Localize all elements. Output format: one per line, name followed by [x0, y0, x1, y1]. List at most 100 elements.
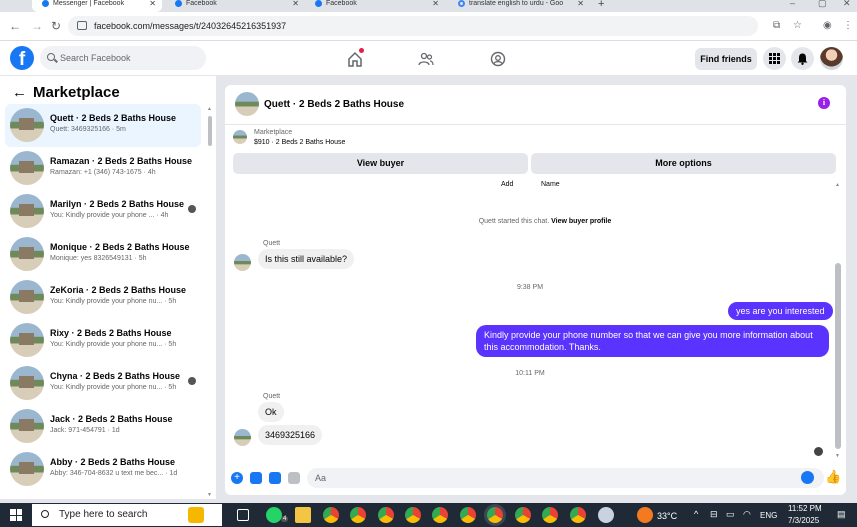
- file-explorer-icon[interactable]: [295, 507, 311, 523]
- message-bubble-outgoing[interactable]: Kindly provide your phone number so that…: [476, 325, 829, 357]
- message-input[interactable]: Aa: [307, 468, 824, 488]
- close-tab-icon[interactable]: ✕: [292, 0, 299, 8]
- forward-arrow-icon[interactable]: →: [31, 19, 43, 33]
- notifications-center-icon[interactable]: ▤: [837, 509, 846, 520]
- conversation-item-marilyn[interactable]: Marilyn · 2 Beds 2 Baths House You: Kind…: [5, 190, 201, 233]
- back-arrow-icon[interactable]: ←: [12, 84, 27, 101]
- sender-avatar[interactable]: [234, 254, 251, 271]
- sidebar-scrollbar[interactable]: [208, 116, 212, 146]
- conversation-item-abby[interactable]: Abby · 2 Beds 2 Baths House Abby: 346-70…: [5, 448, 201, 491]
- conversation-item-monique[interactable]: Monique · 2 Beds 2 Baths House Monique: …: [5, 233, 201, 276]
- clock-time[interactable]: 11:52 PM: [788, 504, 822, 513]
- chat-header: Quett · 2 Beds 2 Baths House i: [225, 85, 846, 125]
- photo-icon[interactable]: [250, 472, 262, 484]
- marketplace-sidebar: ← Marketplace Quett · 2 Beds 2 Baths Hous…: [0, 76, 216, 499]
- whatsapp-badge: 4: [281, 516, 289, 522]
- scroll-down-arrow-icon[interactable]: ▼: [835, 453, 840, 459]
- conversation-item-chyna[interactable]: Chyna · 2 Beds 2 Baths House You: Kindly…: [5, 362, 201, 405]
- scroll-up-arrow-icon[interactable]: ▲: [207, 106, 212, 112]
- notifications-button[interactable]: [791, 47, 814, 70]
- minimize-icon[interactable]: –: [790, 0, 795, 8]
- conversation-item-ramazan[interactable]: Ramazan · 2 Beds 2 Baths House Ramazan: …: [5, 147, 201, 190]
- view-buyer-button[interactable]: View buyer: [233, 153, 528, 174]
- chrome-icon[interactable]: [432, 507, 448, 523]
- chrome-icon-active[interactable]: [487, 507, 503, 523]
- chrome-icon[interactable]: [350, 507, 366, 523]
- scroll-up-arrow-icon[interactable]: ▲: [835, 182, 840, 188]
- message-thread: Quett started this chat. View buyer prof…: [225, 181, 835, 461]
- find-friends-button[interactable]: Find friends: [695, 48, 757, 70]
- more-options-button[interactable]: More options: [531, 153, 836, 174]
- sender-avatar[interactable]: [234, 429, 251, 446]
- plus-icon[interactable]: +: [231, 472, 243, 484]
- chrome-icon[interactable]: [378, 507, 394, 523]
- back-arrow-icon[interactable]: ←: [9, 19, 21, 33]
- chrome-icon[interactable]: [515, 507, 531, 523]
- timestamp: 10:11 PM: [515, 370, 545, 377]
- bell-icon: [797, 53, 808, 65]
- clock-date[interactable]: 7/3/2025: [788, 516, 819, 525]
- paint-icon[interactable]: [598, 507, 614, 523]
- home-icon[interactable]: [347, 51, 363, 67]
- thumbs-up-icon[interactable]: 👍: [825, 469, 841, 485]
- listing-thumbnail: [10, 194, 44, 228]
- sticker-icon[interactable]: [269, 472, 281, 484]
- emoji-icon[interactable]: [801, 471, 814, 484]
- network-icon[interactable]: ⊟: [710, 509, 718, 520]
- chevron-up-icon[interactable]: ^: [694, 509, 698, 519]
- menu-grid-button[interactable]: [763, 47, 786, 70]
- chrome-icon[interactable]: [460, 507, 476, 523]
- url-field[interactable]: facebook.com/messages/t/2403264521635193…: [68, 16, 758, 36]
- language-indicator[interactable]: ENG: [760, 511, 777, 520]
- bookmark-star-icon[interactable]: ☆: [793, 20, 802, 31]
- whatsapp-icon[interactable]: [266, 507, 282, 523]
- menu-dots-icon[interactable]: ⋮: [843, 20, 853, 31]
- chat-panel: Quett · 2 Beds 2 Baths House i Marketpla…: [225, 85, 846, 495]
- chat-scrollbar[interactable]: [835, 263, 841, 449]
- tab-google-translate[interactable]: translate english to urdu - Goo ✕: [448, 0, 590, 12]
- conversation-item-zekoria[interactable]: ZeKoria · 2 Beds 2 Baths House You: Kind…: [5, 276, 201, 319]
- chrome-icon[interactable]: [570, 507, 586, 523]
- view-buyer-profile-link[interactable]: View buyer profile: [551, 218, 611, 225]
- account-avatar[interactable]: [820, 47, 843, 70]
- task-view-icon[interactable]: [237, 509, 249, 521]
- tab-messenger[interactable]: Messenger | Facebook ✕: [32, 0, 162, 12]
- chrome-icon[interactable]: [542, 507, 558, 523]
- groups-icon[interactable]: [490, 51, 506, 67]
- site-settings-icon[interactable]: [77, 21, 87, 30]
- chat-title[interactable]: Quett · 2 Beds 2 Baths House: [264, 99, 404, 110]
- friends-icon[interactable]: [418, 51, 434, 67]
- message-bubble-incoming[interactable]: 3469325166: [258, 425, 323, 445]
- maximize-icon[interactable]: ▢: [818, 0, 827, 9]
- tab-facebook-2[interactable]: Facebook ✕: [305, 0, 445, 12]
- scroll-down-arrow-icon[interactable]: ▼: [207, 492, 212, 498]
- windows-start-icon[interactable]: [10, 509, 22, 521]
- search-input[interactable]: Search Facebook: [40, 46, 206, 70]
- install-app-icon[interactable]: ⧉: [773, 20, 780, 31]
- close-tab-icon[interactable]: ✕: [577, 0, 584, 8]
- tab-facebook-1[interactable]: Facebook ✕: [165, 0, 305, 12]
- info-icon[interactable]: i: [818, 97, 830, 109]
- reload-icon[interactable]: ↻: [51, 19, 61, 33]
- chat-listing-thumbnail[interactable]: [235, 92, 259, 116]
- close-window-icon[interactable]: ✕: [843, 0, 851, 9]
- google-favicon-icon: [458, 0, 465, 7]
- facebook-logo-icon[interactable]: f: [10, 46, 34, 70]
- new-tab-icon[interactable]: +: [598, 0, 604, 10]
- message-bubble-outgoing[interactable]: yes are you interested: [728, 302, 833, 320]
- conversation-item-quett[interactable]: Quett · 2 Beds 2 Baths House Quett: 3469…: [5, 104, 201, 147]
- battery-icon[interactable]: ▭: [726, 509, 735, 520]
- profile-icon[interactable]: ◉: [823, 20, 832, 31]
- conversation-item-rixy[interactable]: Rixy · 2 Beds 2 Baths House You: Kindly …: [5, 319, 201, 362]
- close-tab-icon[interactable]: ✕: [149, 0, 156, 8]
- wifi-icon[interactable]: ◠: [743, 509, 751, 520]
- chrome-icon[interactable]: [405, 507, 421, 523]
- chrome-icon[interactable]: [323, 507, 339, 523]
- message-bubble-incoming[interactable]: Ok: [258, 402, 284, 422]
- copilot-icon[interactable]: [188, 507, 204, 523]
- message-bubble-incoming[interactable]: Is this still available?: [258, 249, 355, 269]
- close-tab-icon[interactable]: ✕: [432, 0, 439, 8]
- conversation-item-jack[interactable]: Jack · 2 Beds 2 Baths House Jack: 971-45…: [5, 405, 201, 448]
- gif-icon[interactable]: [288, 472, 300, 484]
- chat-started-notice: Quett started this chat. View buyer prof…: [478, 218, 612, 225]
